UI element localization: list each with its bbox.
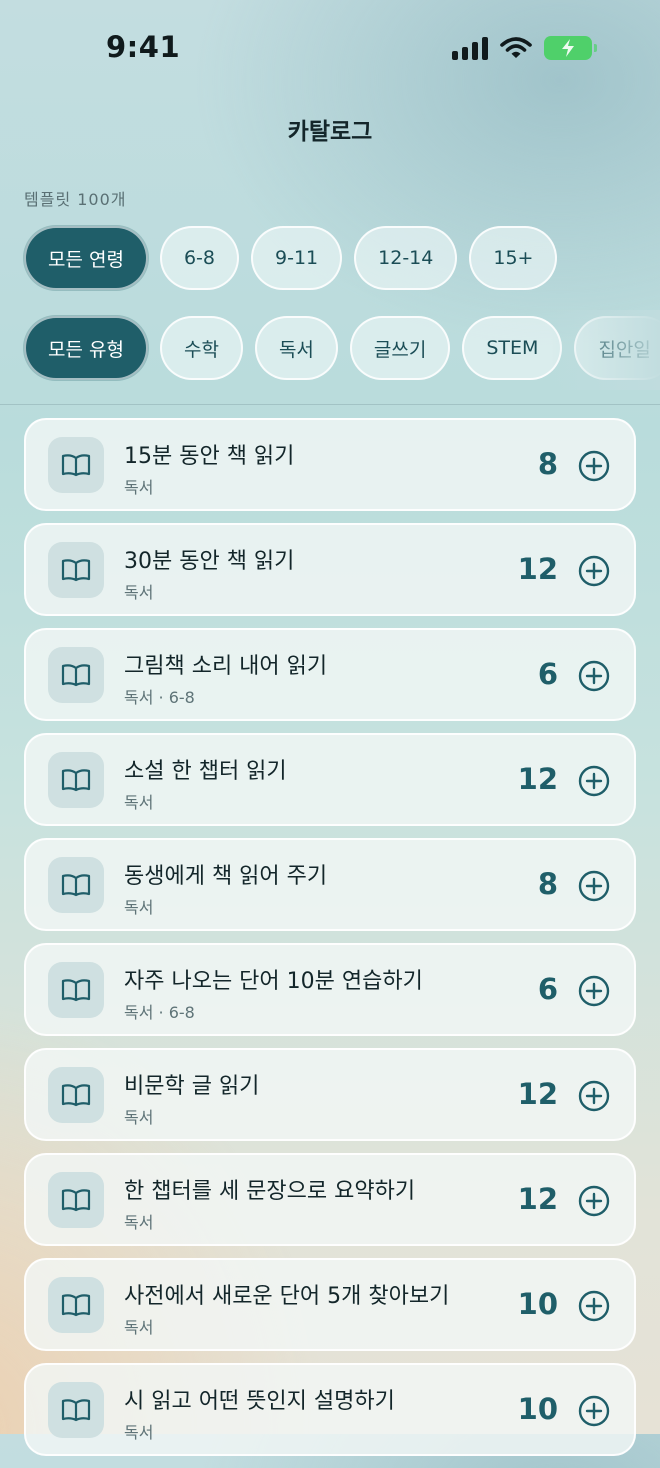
item-points: 8 [537, 447, 558, 481]
list-item[interactable]: 그림책 소리 내어 읽기 독서 · 6-8 6 [24, 628, 636, 721]
item-category: 독서 [124, 898, 154, 917]
item-points: 8 [537, 867, 558, 901]
page-title: 카탈로그 [287, 119, 373, 145]
filter-chip-age-6-8[interactable]: 6-8 [159, 226, 240, 290]
filter-chip-type-all[interactable]: 모든 유형 [24, 316, 148, 380]
item-points: 6 [537, 657, 558, 691]
item-points: 12 [517, 552, 558, 586]
type-filter-row: 모든 유형 수학 독서 글쓰기 STEM 집안일 [24, 316, 660, 380]
book-icon [48, 437, 104, 493]
item-points: 12 [517, 1182, 558, 1216]
add-circle-icon[interactable] [578, 450, 610, 482]
list-item[interactable]: 30분 동안 책 읽기 독서 12 [24, 523, 636, 616]
add-circle-icon[interactable] [578, 975, 610, 1007]
item-title: 한 챕터를 세 문장으로 요약하기 [124, 1179, 416, 1204]
add-circle-icon[interactable] [578, 765, 610, 797]
status-time: 9:41 [106, 30, 181, 64]
filter-chip-age-9-11[interactable]: 9-11 [251, 226, 343, 290]
filter-chip-age-15-plus[interactable]: 15+ [469, 226, 558, 290]
template-count: 템플릿 100개 [24, 190, 127, 209]
filter-chip-type-chores[interactable]: 집안일 [574, 316, 660, 380]
filter-chip-type-reading[interactable]: 독서 [254, 316, 338, 380]
item-category: 독서 [124, 1423, 154, 1442]
item-category: 독서 · 6-8 [124, 1003, 195, 1022]
book-icon [48, 1382, 104, 1438]
filter-chip-type-writing[interactable]: 글쓰기 [349, 316, 451, 380]
item-points: 12 [517, 1077, 558, 1111]
status-icons [452, 36, 597, 60]
filter-chip-age-all[interactable]: 모든 연령 [24, 226, 148, 290]
add-circle-icon[interactable] [578, 1290, 610, 1322]
list-item[interactable]: 비문학 글 읽기 독서 12 [24, 1048, 636, 1141]
add-circle-icon[interactable] [578, 1185, 610, 1217]
item-category: 독서 [124, 478, 154, 497]
cellular-signal-icon [452, 36, 488, 60]
item-points: 12 [517, 762, 558, 796]
list-item[interactable]: 시 읽고 어떤 뜻인지 설명하기 독서 10 [24, 1363, 636, 1456]
book-icon [48, 647, 104, 703]
item-category: 독서 [124, 1213, 154, 1232]
header-divider [0, 404, 660, 405]
add-circle-icon[interactable] [578, 870, 610, 902]
item-category: 독서 [124, 793, 154, 812]
item-title: 사전에서 새로운 단어 5개 찾아보기 [124, 1284, 450, 1309]
item-title: 시 읽고 어떤 뜻인지 설명하기 [124, 1389, 395, 1414]
list-item[interactable]: 자주 나오는 단어 10분 연습하기 독서 · 6-8 6 [24, 943, 636, 1036]
book-icon [48, 1277, 104, 1333]
item-title: 15분 동안 책 읽기 [124, 444, 295, 469]
item-category: 독서 [124, 1318, 154, 1337]
add-circle-icon[interactable] [578, 555, 610, 587]
item-points: 10 [517, 1392, 558, 1426]
item-title: 소설 한 챕터 읽기 [124, 759, 287, 784]
item-points: 6 [537, 972, 558, 1006]
age-filter-row: 모든 연령 6-8 9-11 12-14 15+ [24, 226, 558, 290]
list-item[interactable]: 15분 동안 책 읽기 독서 8 [24, 418, 636, 511]
add-circle-icon[interactable] [578, 660, 610, 692]
add-circle-icon[interactable] [578, 1395, 610, 1427]
status-bar: 9:41 [0, 0, 660, 100]
filter-chip-type-stem[interactable]: STEM [462, 316, 563, 380]
item-category: 독서 [124, 583, 154, 602]
template-list: 15분 동안 책 읽기 독서 8 30분 동안 책 읽기 독서 12 그림책 소… [24, 418, 636, 1468]
item-category: 독서 [124, 1108, 154, 1127]
item-title: 비문학 글 읽기 [124, 1074, 260, 1099]
book-icon [48, 857, 104, 913]
book-icon [48, 542, 104, 598]
book-icon [48, 962, 104, 1018]
battery-charging-icon [544, 36, 597, 60]
list-item[interactable]: 사전에서 새로운 단어 5개 찾아보기 독서 10 [24, 1258, 636, 1351]
item-points: 10 [517, 1287, 558, 1321]
list-item[interactable]: 동생에게 책 읽어 주기 독서 8 [24, 838, 636, 931]
add-circle-icon[interactable] [578, 1080, 610, 1112]
list-item[interactable]: 한 챕터를 세 문장으로 요약하기 독서 12 [24, 1153, 636, 1246]
filter-chip-age-12-14[interactable]: 12-14 [354, 226, 458, 290]
list-item[interactable]: 소설 한 챕터 읽기 독서 12 [24, 733, 636, 826]
item-category: 독서 · 6-8 [124, 688, 195, 707]
item-title: 그림책 소리 내어 읽기 [124, 654, 328, 679]
book-icon [48, 1172, 104, 1228]
filter-chip-type-math[interactable]: 수학 [159, 316, 243, 380]
book-icon [48, 1067, 104, 1123]
book-icon [48, 752, 104, 808]
item-title: 30분 동안 책 읽기 [124, 549, 295, 574]
wifi-icon [500, 37, 532, 58]
item-title: 동생에게 책 읽어 주기 [124, 864, 328, 889]
item-title: 자주 나오는 단어 10분 연습하기 [124, 969, 423, 994]
